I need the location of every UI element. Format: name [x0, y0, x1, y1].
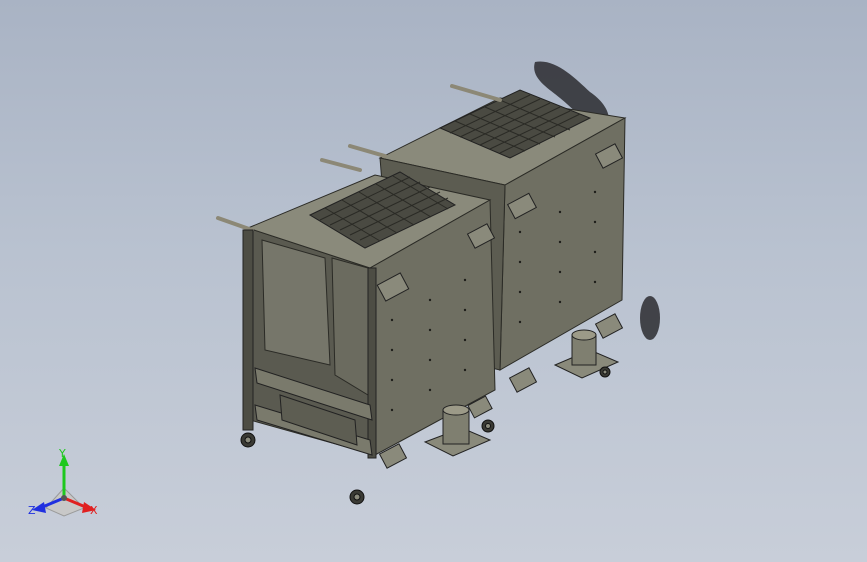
triad-y-label: Y — [59, 447, 66, 460]
triad-x-label: X — [90, 504, 98, 517]
triad-z-label: Z — [28, 504, 36, 517]
orientation-triad: Y X Z — [26, 448, 104, 520]
front-guide-rods — [216, 216, 254, 232]
cart-assembly-model[interactable] — [0, 0, 867, 562]
cad-viewport[interactable]: Y X Z — [0, 0, 867, 562]
